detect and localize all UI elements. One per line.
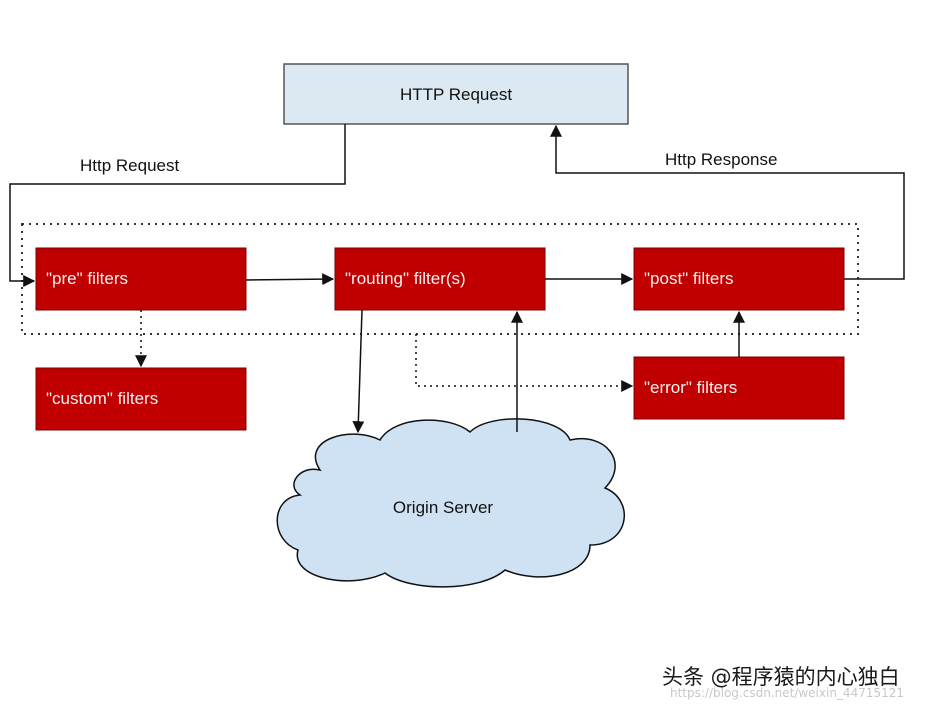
routing-filters-node: "routing" filter(s) [334,247,546,311]
edge-label-http-request: Http Request [80,156,179,175]
zuul-filter-flow-diagram: HTTP Request "pre" filters "routing" fil… [9,63,905,700]
origin-server-node: Origin Server [276,418,625,588]
http-request-label: HTTP Request [400,85,512,104]
pre-filters-node: "pre" filters [35,247,247,311]
edge-label-http-response: Http Response [665,150,777,169]
custom-filters-node: "custom" filters [35,367,247,431]
edge-routing-to-origin [352,309,365,434]
watermark-text: 头条 @程序猿的内心独白 [662,665,900,689]
post-filters-node: "post" filters [633,247,845,311]
error-filters-node: "error" filters [633,356,845,420]
origin-server-label: Origin Server [393,498,493,517]
http-request-node: HTTP Request [283,63,629,125]
edge-pre-to-routing [245,273,335,286]
error-filters-label: "error" filters [644,378,737,397]
edge-to-error [415,334,634,392]
routing-filters-label: "routing" filter(s) [345,269,466,288]
post-filters-label: "post" filters [644,269,734,288]
custom-filters-label: "custom" filters [46,389,158,408]
pre-filters-label: "pre" filters [46,269,128,288]
